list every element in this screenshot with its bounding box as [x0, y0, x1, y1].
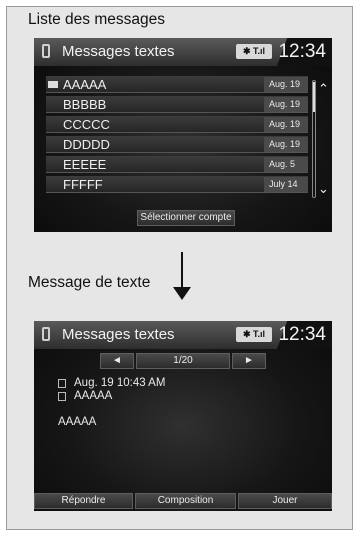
message-row[interactable]: FFFFF July 14: [46, 176, 308, 193]
bluetooth-signal-icon: ✱ T.ıl: [236, 327, 272, 342]
screen-title: Messages textes: [62, 326, 175, 343]
screen-title: Messages textes: [62, 43, 175, 60]
contact-icon: [58, 392, 66, 401]
message-datetime: Aug. 19 10:43 AM: [74, 377, 166, 389]
message-sender: FFFFF: [63, 177, 103, 192]
message-date: Aug. 19: [264, 77, 308, 92]
message-date: July 14: [264, 177, 308, 192]
clock: 12:34: [278, 41, 326, 62]
message-sender: BBBBB: [63, 97, 107, 112]
message-date: Aug. 5: [264, 157, 308, 172]
message-row[interactable]: DDDDD Aug. 19: [46, 136, 308, 153]
message-row[interactable]: CCCCC Aug. 19: [46, 116, 308, 133]
scroll-up-icon[interactable]: ⌃: [318, 82, 329, 95]
scroll-down-icon[interactable]: ⌄: [318, 182, 329, 195]
message-list-screen: Messages textes ✱ T.ıl 12:34 AAAAA Aug. …: [34, 38, 332, 232]
message-sender: DDDDD: [63, 137, 110, 152]
message-sender: AAAAA: [74, 390, 113, 402]
message-sender: CCCCC: [63, 117, 110, 132]
header-bar: Messages textes ✱ T.ıl 12:34: [34, 38, 332, 66]
message-sender: AAAAA: [63, 77, 107, 92]
bluetooth-signal-icon: ✱ T.ıl: [236, 44, 272, 59]
header-bar: Messages textes ✱ T.ıl 12:34: [34, 321, 332, 349]
caption-text-message: Message de texte: [28, 274, 151, 291]
next-message-button[interactable]: ►: [232, 353, 266, 369]
message-date: Aug. 19: [264, 137, 308, 152]
phone-icon: [42, 44, 50, 58]
message-row[interactable]: BBBBB Aug. 19: [46, 96, 308, 113]
message-date: Aug. 19: [264, 97, 308, 112]
message-sender: EEEEE: [63, 157, 107, 172]
clock: 12:34: [278, 324, 326, 345]
envelope-icon: [48, 81, 58, 88]
message-row[interactable]: AAAAA Aug. 19: [46, 76, 308, 93]
previous-message-button[interactable]: ◄: [100, 353, 134, 369]
scrollbar-thumb[interactable]: [313, 82, 315, 112]
calendar-icon: [58, 379, 66, 388]
reply-button[interactable]: Répondre: [34, 493, 133, 509]
message-date: Aug. 19: [264, 117, 308, 132]
message-row[interactable]: EEEEE Aug. 5: [46, 156, 308, 173]
arrow-head-icon: [173, 287, 191, 300]
caption-message-list: Liste des messages: [28, 11, 165, 28]
phone-icon: [42, 327, 50, 341]
text-message-screen: Messages textes ✱ T.ıl 12:34 ◄ 1/20 ► Au…: [34, 321, 332, 511]
play-button[interactable]: Jouer: [238, 493, 332, 509]
message-body: AAAAA: [58, 416, 97, 428]
compose-button[interactable]: Composition: [135, 493, 236, 509]
page-indicator: 1/20: [136, 353, 230, 369]
select-account-button[interactable]: Sélectionner compte: [137, 210, 235, 226]
